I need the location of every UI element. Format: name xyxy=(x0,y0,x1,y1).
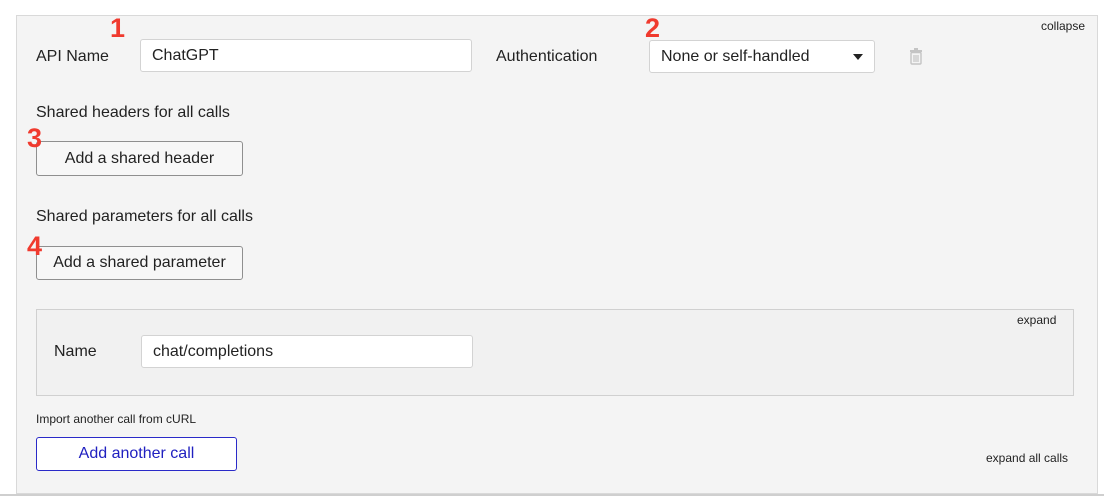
shared-headers-title: Shared headers for all calls xyxy=(36,104,230,121)
add-shared-header-label: Add a shared header xyxy=(64,149,215,167)
authentication-label: Authentication xyxy=(496,48,598,65)
annotation-marker-2: 2 xyxy=(645,13,661,43)
call-name-input[interactable]: chat/completions xyxy=(141,335,473,368)
add-another-call-button[interactable]: Add another call xyxy=(36,437,237,471)
api-name-label: API Name xyxy=(36,48,109,65)
divider xyxy=(0,494,1104,496)
call-name-label: Name xyxy=(54,343,97,360)
annotation-marker-3: 3 xyxy=(27,123,43,153)
add-shared-parameter-button[interactable]: Add a shared parameter xyxy=(36,246,243,280)
import-curl-link[interactable]: Import another call from cURL xyxy=(36,412,196,426)
authentication-select[interactable]: None or self-handled xyxy=(649,40,875,73)
add-another-call-label: Add another call xyxy=(78,445,195,462)
add-shared-parameter-label: Add a shared parameter xyxy=(53,254,226,271)
expand-call-link[interactable]: expand xyxy=(1017,313,1056,327)
annotation-marker-4: 4 xyxy=(27,231,43,261)
authentication-value: None or self-handled xyxy=(661,47,810,65)
call-name-value: chat/completions xyxy=(153,342,274,360)
shared-params-title: Shared parameters for all calls xyxy=(36,208,253,225)
collapse-link[interactable]: collapse xyxy=(1041,19,1085,33)
api-name-value: ChatGPT xyxy=(152,46,219,64)
chevron-down-icon xyxy=(853,53,863,60)
api-name-input[interactable]: ChatGPT xyxy=(140,39,472,72)
annotation-marker-1: 1 xyxy=(110,13,126,43)
trash-icon[interactable] xyxy=(908,47,924,65)
add-shared-header-button[interactable]: Add a shared header xyxy=(36,141,243,176)
expand-all-calls-link[interactable]: expand all calls xyxy=(986,451,1068,465)
